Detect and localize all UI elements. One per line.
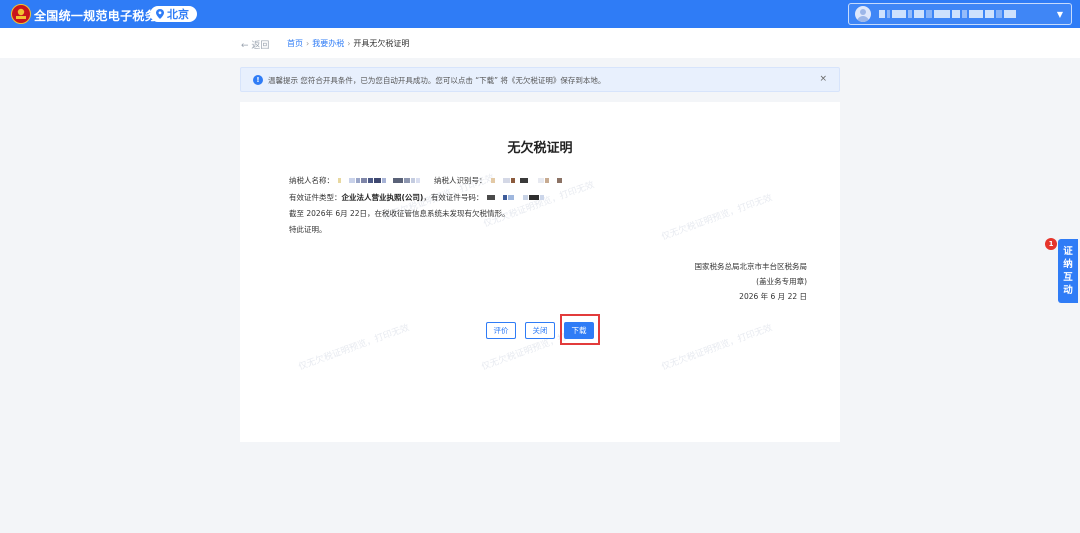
taxpayer-name-redacted: [338, 178, 420, 183]
user-name-redacted: [879, 10, 1016, 18]
location-pin-icon: [156, 9, 164, 19]
taxpayer-info-line: 纳税人名称： 纳税人识别号：: [289, 175, 562, 186]
cert-number-label: ，有效证件号码：: [423, 193, 484, 202]
closing-line: 特此证明。: [289, 225, 327, 234]
breadcrumb-bar: ← 返回 首页 › 我要办税 › 开具无欠税证明: [0, 28, 1080, 58]
watermark: 仅无欠税证明预览，打印无效: [660, 323, 774, 373]
seal-note: (盖业务专用章): [756, 277, 807, 286]
user-menu[interactable]: ▼: [848, 3, 1072, 25]
taxpayer-id-redacted: [490, 178, 562, 183]
watermark: 仅无欠税证明预览，打印无效: [297, 323, 411, 373]
side-float-label: 证纳互动: [1063, 246, 1073, 296]
cert-type-label: 有效证件类型：: [289, 193, 342, 202]
region-label: 北京: [167, 8, 189, 21]
issuer-name: 国家税务总局北京市丰台区税务局: [694, 262, 808, 271]
tax-emblem-icon: [11, 4, 31, 24]
breadcrumb-tax-services[interactable]: 我要办税: [312, 38, 344, 49]
notice-banner: ! 温馨提示 您符合开具条件，已为您自动开具成功。您可以点击 “下载” 将《无欠…: [240, 67, 840, 92]
region-selector[interactable]: 北京: [150, 6, 197, 22]
breadcrumb-separator: ›: [306, 39, 310, 48]
notification-badge: 1: [1045, 238, 1057, 250]
close-icon[interactable]: ×: [819, 74, 827, 84]
cert-number-redacted: [487, 195, 545, 200]
notice-text: 温馨提示 您符合开具条件，已为您自动开具成功。您可以点击 “下载” 将《无欠税证…: [268, 76, 606, 85]
user-avatar-icon: [855, 6, 871, 22]
issue-date: 2026 年 6 月 22 日: [739, 292, 807, 301]
back-link[interactable]: ← 返回: [241, 38, 269, 51]
breadcrumb: 首页 › 我要办税 › 开具无欠税证明: [287, 38, 409, 49]
breadcrumb-home[interactable]: 首页: [287, 38, 303, 49]
statement-line: 截至 2026年 6月 22日，在税收征管信息系统未发现有欠税情形。: [289, 209, 510, 218]
taxpayer-name-label: 纳税人名称：: [289, 176, 334, 185]
site-title: 全国统一规范电子税务局: [34, 9, 170, 23]
certificate-id-line: 有效证件类型： 企业法人营业执照(公司) ，有效证件号码：: [289, 192, 545, 203]
top-bar: 全国统一规范电子税务局 北京 ▼: [0, 0, 1080, 28]
close-button[interactable]: 关闭: [525, 322, 555, 339]
taxpayer-id-label: 纳税人识别号：: [434, 176, 487, 185]
evaluate-button[interactable]: 评价: [486, 322, 516, 339]
breadcrumb-current: 开具无欠税证明: [353, 39, 410, 48]
interaction-float-button[interactable]: 证纳互动: [1058, 239, 1078, 303]
info-icon: !: [253, 75, 263, 85]
cert-type-value: 企业法人营业执照(公司): [341, 193, 424, 202]
breadcrumb-separator: ›: [347, 39, 351, 48]
certificate-title: 无欠税证明: [507, 141, 573, 156]
chevron-down-icon: ▼: [1056, 10, 1063, 19]
highlight-box: [560, 314, 600, 345]
watermark: 仅无欠税证明预览，打印无效: [660, 193, 774, 243]
certificate-card: 仅无欠税证明预览，打印无效 仅无欠税证明预览，打印无效 仅无欠税证明预览，打印无…: [240, 102, 840, 442]
